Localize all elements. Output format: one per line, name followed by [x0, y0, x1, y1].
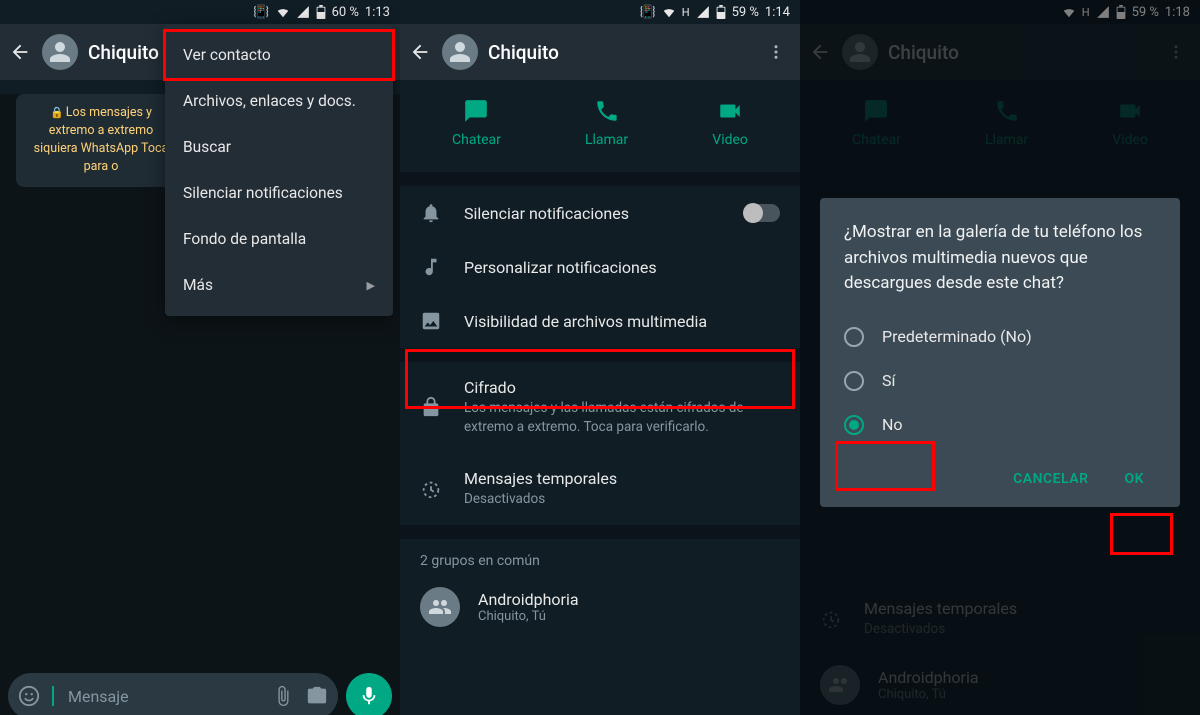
mute-toggle[interactable] — [744, 204, 780, 222]
back-button[interactable] — [8, 40, 32, 64]
vibrate-icon: 📳 — [253, 5, 269, 20]
menu-mute[interactable]: Silenciar notificaciones — [165, 170, 393, 216]
overflow-menu: Ver contacto Archivos, enlaces y docs. B… — [165, 24, 393, 316]
voice-button[interactable] — [346, 673, 392, 715]
contact-app-bar: Chiquito — [400, 24, 800, 80]
timer-icon — [420, 478, 442, 500]
wifi-icon — [276, 5, 290, 19]
back-button[interactable] — [408, 40, 432, 64]
setting-custom-notif[interactable]: Personalizar notificaciones — [400, 240, 800, 294]
battery-text: 60 % — [332, 5, 359, 20]
menu-media-links-docs[interactable]: Archivos, enlaces y docs. — [165, 78, 393, 124]
setting-disappearing[interactable]: Mensajes temporales Desactivados — [400, 453, 800, 525]
text-cursor — [52, 686, 54, 706]
screen-chat: 📳 60 % 1:13 Chiquito 🔒Los mensajes y ext… — [0, 0, 400, 715]
vibrate-icon: 📳 — [640, 5, 656, 20]
setting-mute[interactable]: Silenciar notificaciones — [400, 186, 800, 240]
lock-icon — [420, 396, 442, 418]
encryption-notice[interactable]: 🔒Los mensajes y extremo a extremo siquie… — [16, 94, 186, 187]
screen-dialog: H 59 % 1:18 Chiquito Chatear Llamar Vide… — [800, 0, 1200, 715]
contact-name: Chiquito — [488, 41, 754, 64]
status-bar: 📳 60 % 1:13 — [0, 0, 400, 24]
avatar[interactable] — [42, 34, 78, 70]
radio-yes[interactable]: Sí — [844, 359, 1156, 403]
music-note-icon — [420, 256, 442, 278]
menu-wallpaper[interactable]: Fondo de pantalla — [165, 216, 393, 262]
input-bar: Mensaje — [8, 673, 392, 715]
battery-icon — [716, 5, 726, 19]
radio-icon — [844, 371, 864, 391]
group-row[interactable]: Androidphoria Chiquito, Tú — [400, 577, 800, 637]
wifi-icon — [662, 5, 676, 19]
setting-encryption[interactable]: Cifrado Los mensajes y las llamadas está… — [400, 362, 800, 453]
menu-search[interactable]: Buscar — [165, 124, 393, 170]
battery-text: 59 % — [732, 5, 759, 20]
clock-text: 1:13 — [365, 5, 390, 20]
group-avatar — [420, 587, 460, 627]
radio-icon — [844, 327, 864, 347]
image-icon — [420, 310, 442, 332]
setting-media-visibility[interactable]: Visibilidad de archivos multimedia — [400, 294, 800, 348]
menu-more[interactable]: Más▶ — [165, 262, 393, 308]
action-video[interactable]: Video — [712, 98, 748, 148]
ok-button[interactable]: OK — [1112, 463, 1156, 495]
action-chat[interactable]: Chatear — [452, 98, 501, 148]
more-button[interactable] — [764, 40, 788, 64]
signal-icon — [296, 5, 310, 19]
action-call[interactable]: Llamar — [585, 98, 628, 148]
dialog-actions: CANCELAR OK — [844, 463, 1156, 495]
screen-contact-info: 📳 H 59 % 1:14 Chiquito Chatear Llamar Vi… — [400, 0, 800, 715]
emoji-icon[interactable] — [18, 685, 40, 707]
action-row: Chatear Llamar Video — [400, 80, 800, 172]
battery-icon — [316, 5, 326, 19]
message-input[interactable]: Mensaje — [8, 673, 338, 715]
network-type: H — [682, 6, 690, 19]
radio-default[interactable]: Predeterminado (No) — [844, 315, 1156, 359]
cancel-button[interactable]: CANCELAR — [1001, 463, 1100, 495]
signal-icon — [696, 5, 710, 19]
radio-icon-selected — [844, 415, 864, 435]
bell-icon — [420, 202, 442, 224]
groups-header: 2 grupos en común — [400, 539, 800, 577]
chevron-right-icon: ▶ — [367, 279, 375, 292]
settings-section: Silenciar notificaciones Personalizar no… — [400, 186, 800, 348]
lock-icon: 🔒 — [50, 106, 64, 119]
status-bar: 📳 H 59 % 1:14 — [400, 0, 800, 24]
dialog-title: ¿Mostrar en la galería de tu teléfono lo… — [844, 220, 1156, 297]
clock-text: 1:14 — [765, 5, 790, 20]
radio-no[interactable]: No — [844, 403, 1156, 447]
attach-icon[interactable] — [272, 685, 294, 707]
avatar[interactable] — [442, 34, 478, 70]
camera-icon[interactable] — [306, 685, 328, 707]
menu-view-contact[interactable]: Ver contacto — [165, 32, 393, 78]
input-placeholder: Mensaje — [68, 687, 260, 706]
media-visibility-dialog: ¿Mostrar en la galería de tu teléfono lo… — [820, 198, 1180, 507]
